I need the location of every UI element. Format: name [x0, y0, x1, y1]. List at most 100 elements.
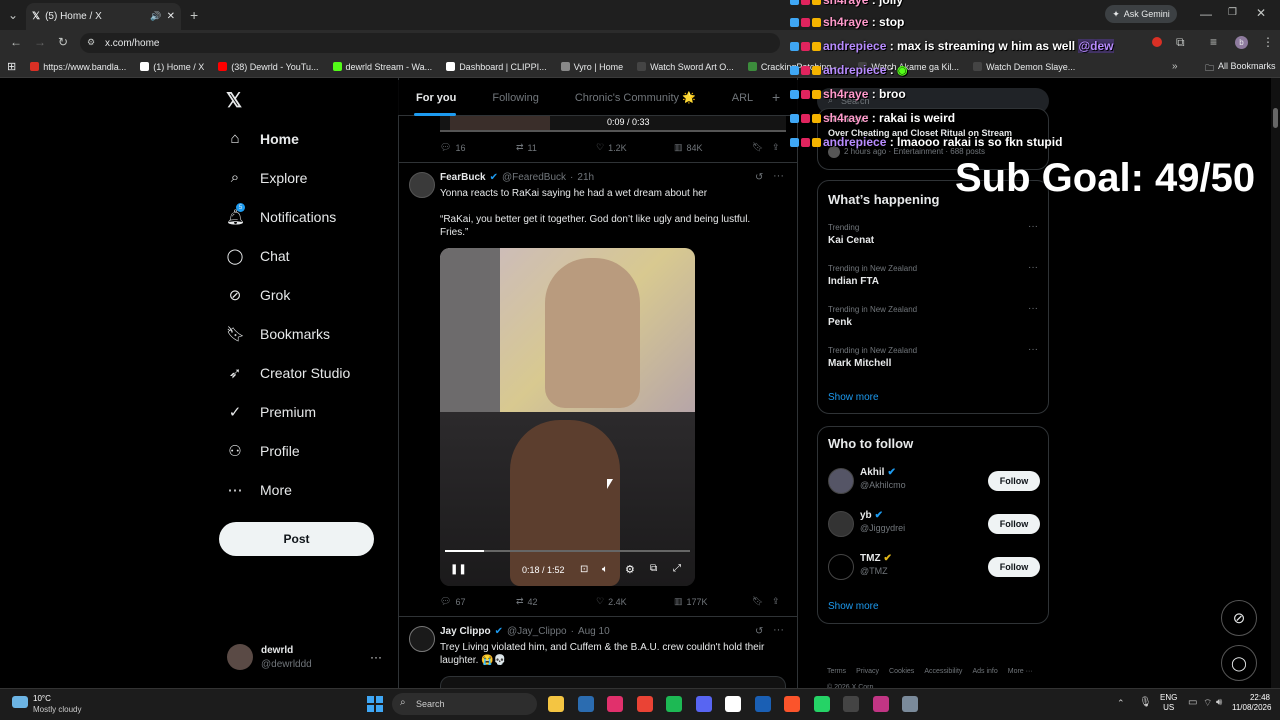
post-more-icon[interactable]: ···: [773, 624, 784, 636]
follow-button[interactable]: Follow: [988, 514, 1040, 534]
follow-avatar[interactable]: [828, 468, 854, 494]
new-tab-icon[interactable]: +: [190, 7, 198, 23]
trend-more-icon[interactable]: ···: [1028, 303, 1038, 314]
bookmark-item[interactable]: Vyro | Home: [554, 62, 631, 72]
whatsapp-icon[interactable]: [813, 696, 830, 712]
share-icon[interactable]: ⇪: [772, 142, 780, 153]
reply-button[interactable]: 💬︎ 16: [440, 142, 516, 153]
back-icon[interactable]: ←: [10, 35, 22, 49]
wifi-icon[interactable]: ⌔: [1203, 697, 1212, 710]
follow-avatar[interactable]: [828, 554, 854, 580]
video-progress-track[interactable]: [445, 550, 690, 552]
file-explorer-icon[interactable]: [548, 696, 564, 712]
account-menu-icon[interactable]: ···: [370, 650, 382, 664]
trend-item[interactable]: Trending in New Zealand Penk ···: [828, 303, 1040, 346]
sidebar-item-grok[interactable]: ⊘ Grok: [226, 275, 396, 314]
reply-button[interactable]: 💬︎ 67: [440, 596, 516, 607]
bookmark-icon[interactable]: 🔖︎: [752, 596, 772, 607]
footer-link[interactable]: Terms: [827, 664, 846, 680]
profile-avatar-icon[interactable]: b: [1235, 36, 1248, 49]
settings-icon[interactable]: [902, 696, 918, 712]
follow-suggestion[interactable]: Akhil ✔ @Akhilcmo Follow: [828, 467, 1040, 510]
spotify-icon[interactable]: [666, 696, 682, 712]
post-avatar[interactable]: [409, 172, 435, 198]
minimize-icon[interactable]: —: [1200, 7, 1212, 21]
all-bookmarks-button[interactable]: 🗀 All Bookmarks: [1205, 61, 1276, 77]
extension-record-icon[interactable]: [1152, 37, 1162, 47]
task-icon[interactable]: [577, 696, 594, 712]
fullscreen-icon[interactable]: ⤢: [673, 563, 681, 574]
sidebar-item-explore[interactable]: ⌕ Explore: [226, 158, 396, 197]
instagram-icon[interactable]: [607, 696, 623, 712]
feed-tab[interactable]: ARL: [714, 92, 771, 104]
sidebar-item-more[interactable]: ⋯ More: [226, 470, 396, 509]
bookmark-item[interactable]: (1) Home / X: [133, 62, 211, 72]
footer-link[interactable]: Privacy: [856, 664, 879, 680]
settings-icon[interactable]: ⚙: [625, 563, 635, 576]
chat-float-icon[interactable]: ◯: [1221, 645, 1257, 681]
bookmark-item[interactable]: (38) Dewrld - YouTu...: [211, 62, 325, 72]
post-time[interactable]: Aug 10: [578, 626, 610, 637]
tab-close-icon[interactable]: ✕: [167, 11, 175, 22]
browser-menu-icon[interactable]: ⋮: [1262, 35, 1274, 49]
clock[interactable]: 22:48 11/08/2026: [1232, 693, 1271, 713]
footer-link[interactable]: Ads info: [972, 664, 997, 680]
follow-button[interactable]: Follow: [988, 471, 1040, 491]
window-close-icon[interactable]: ✕: [1256, 6, 1266, 20]
follow-avatar[interactable]: [828, 511, 854, 537]
trends-show-more[interactable]: Show more: [828, 392, 879, 403]
footer-link[interactable]: More ···: [1008, 664, 1033, 680]
ask-gemini-button[interactable]: ✦ Ask Gemini: [1105, 5, 1177, 23]
post-author-name[interactable]: Jay Clippo: [440, 626, 491, 637]
start-icon[interactable]: [367, 696, 383, 712]
post-handle[interactable]: @FearedBuck: [502, 172, 566, 183]
pip-icon[interactable]: ⧉: [650, 563, 657, 574]
repost-button[interactable]: ⇄ 42: [516, 596, 596, 607]
bookmark-item[interactable]: Watch Demon Slaye...: [966, 62, 1082, 72]
bookmark-icon[interactable]: 🔖︎: [752, 142, 772, 153]
post-media[interactable]: [440, 676, 786, 688]
browser-tab-home[interactable]: 𝕏 (5) Home / X 🔊 ✕: [26, 3, 181, 30]
feed-tab[interactable]: Chronic's Community 🌟: [557, 91, 714, 104]
app-icon[interactable]: [725, 696, 741, 712]
language-indicator[interactable]: ENG US: [1160, 693, 1177, 713]
volume-tray-icon[interactable]: 🔊︎: [1216, 697, 1222, 708]
more-bookmarks-icon[interactable]: »: [1172, 61, 1178, 72]
weather-icon[interactable]: [12, 696, 28, 708]
follow-suggestion[interactable]: yb ✔ @Jiggydrei Follow: [828, 510, 1040, 553]
bookmark-item[interactable]: dewrld Stream - Wa...: [326, 62, 440, 72]
sidebar-item-chat[interactable]: ◯ Chat: [226, 236, 396, 275]
grok-float-icon[interactable]: ⊘: [1221, 600, 1257, 636]
footer-link[interactable]: Cookies: [889, 664, 914, 680]
reload-icon[interactable]: ↻: [58, 35, 68, 49]
bookmark-item[interactable]: Dashboard | CLIPPI...: [439, 62, 553, 72]
follow-button[interactable]: Follow: [988, 557, 1040, 577]
address-bar[interactable]: x.com/home: [80, 33, 780, 53]
post-avatar[interactable]: [409, 626, 435, 652]
trend-more-icon[interactable]: ···: [1028, 344, 1038, 355]
sidebar-item-creator-studio[interactable]: ➶ Creator Studio: [226, 353, 396, 392]
sidebar-item-home[interactable]: ⌂ Home: [226, 119, 396, 158]
like-button[interactable]: ♡ 2.4K: [596, 596, 674, 607]
post-video[interactable]: ❚❚ 0:18 / 1:52 ⊡ 🔈︎ ⚙ ⧉ ⤢: [440, 248, 695, 586]
feed-tab[interactable]: For you: [398, 92, 474, 104]
tab-audio-icon[interactable]: 🔊: [150, 11, 161, 22]
sidebar-item-bookmarks[interactable]: 🔖︎ Bookmarks: [226, 314, 396, 353]
views-button[interactable]: ▥ 84K: [674, 142, 752, 153]
sidebar-item-premium[interactable]: ✓ Premium: [226, 392, 396, 431]
trend-item[interactable]: Trending in New Zealand Indian FTA ···: [828, 262, 1040, 305]
sidebar-item-notifications[interactable]: 🔔︎ Notifications: [226, 197, 396, 236]
post-author-name[interactable]: FearBuck: [440, 172, 486, 183]
page-scrollbar[interactable]: [1271, 78, 1280, 688]
apps-icon[interactable]: ⊞: [0, 60, 23, 73]
bookmark-item[interactable]: Watch Sword Art O...: [630, 62, 741, 72]
post-button[interactable]: Post: [219, 522, 374, 556]
add-tab-icon[interactable]: +: [772, 89, 780, 105]
mic-icon[interactable]: 🎙︎: [1139, 697, 1152, 708]
display-icon[interactable]: ▭: [1188, 697, 1197, 708]
captions-icon[interactable]: ⊡: [580, 564, 588, 575]
follow-suggestion[interactable]: TMZ ✔ @TMZ Follow: [828, 553, 1040, 596]
trend-item[interactable]: Trending Kai Cenat ···: [828, 221, 1040, 264]
brave-icon[interactable]: [784, 696, 800, 712]
share-icon[interactable]: ⇪: [772, 596, 780, 607]
